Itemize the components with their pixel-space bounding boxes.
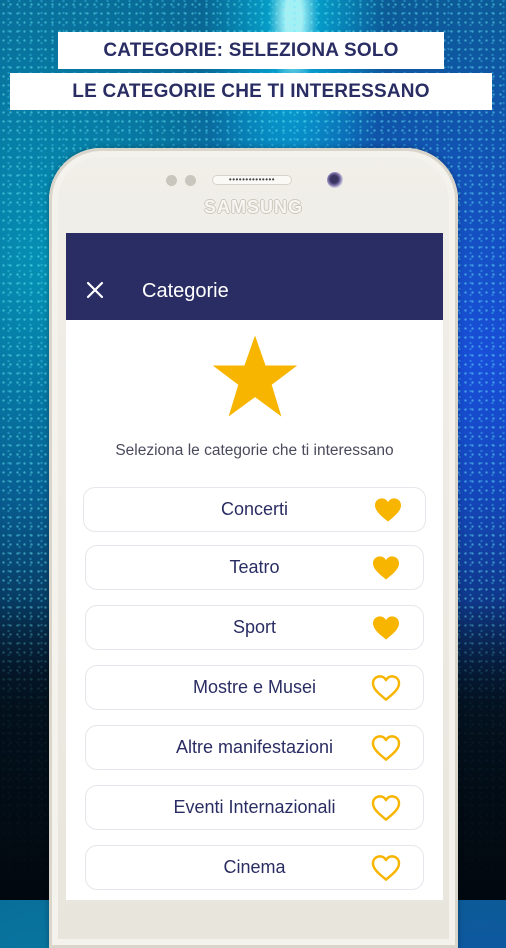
- close-button[interactable]: [83, 278, 107, 302]
- page-title: Categorie: [142, 280, 229, 302]
- app-bar: Categorie: [66, 233, 443, 320]
- promo-banner-line-1: CATEGORIE: SELEZIONA SOLO: [58, 32, 444, 69]
- category-item[interactable]: Cinema: [85, 845, 424, 890]
- close-icon: [86, 281, 104, 299]
- heart-filled-icon[interactable]: [371, 554, 401, 581]
- device-brand-logo: SAMSUNG: [203, 197, 303, 217]
- promo-banner-line-2: LE CATEGORIE CHE TI INTERESSANO: [10, 73, 492, 110]
- category-item[interactable]: Teatro: [85, 545, 424, 590]
- category-item[interactable]: Eventi Internazionali: [85, 785, 424, 830]
- instructions-text: Seleziona le categorie che ti interessan…: [115, 442, 394, 459]
- category-item[interactable]: Mostre e Musei: [85, 665, 424, 710]
- category-label: Cinema: [223, 857, 286, 877]
- category-item[interactable]: Altre manifestazioni: [85, 725, 424, 770]
- category-item[interactable]: Sport: [85, 605, 424, 650]
- promo-banner-text-2: LE CATEGORIE CHE TI INTERESSANO: [72, 80, 430, 102]
- earpiece-speaker: ••••••••••••••: [212, 175, 292, 185]
- front-camera: [327, 172, 343, 188]
- category-label: Concerti: [220, 499, 289, 519]
- proximity-sensor: [166, 175, 177, 186]
- heart-outline-icon[interactable]: [371, 794, 401, 821]
- category-label: Altre manifestazioni: [175, 737, 334, 757]
- heart-filled-icon[interactable]: [373, 496, 403, 523]
- light-sensor: [185, 175, 196, 186]
- promo-banner-text-1: CATEGORIE: SELEZIONA SOLO: [103, 39, 399, 61]
- heart-outline-icon[interactable]: [371, 734, 401, 761]
- category-label: Teatro: [229, 557, 280, 577]
- heart-outline-icon[interactable]: [371, 674, 401, 701]
- category-label: Eventi Internazionali: [173, 797, 336, 817]
- heart-outline-icon[interactable]: [371, 854, 401, 881]
- category-label: Mostre e Musei: [192, 677, 317, 697]
- category-item[interactable]: Concerti: [83, 487, 426, 532]
- app-screen: Categorie Seleziona le categorie che ti …: [66, 233, 443, 900]
- heart-filled-icon[interactable]: [371, 614, 401, 641]
- star-icon: [212, 335, 298, 417]
- category-label: Sport: [232, 617, 277, 637]
- speaker-grille: ••••••••••••••: [228, 175, 276, 184]
